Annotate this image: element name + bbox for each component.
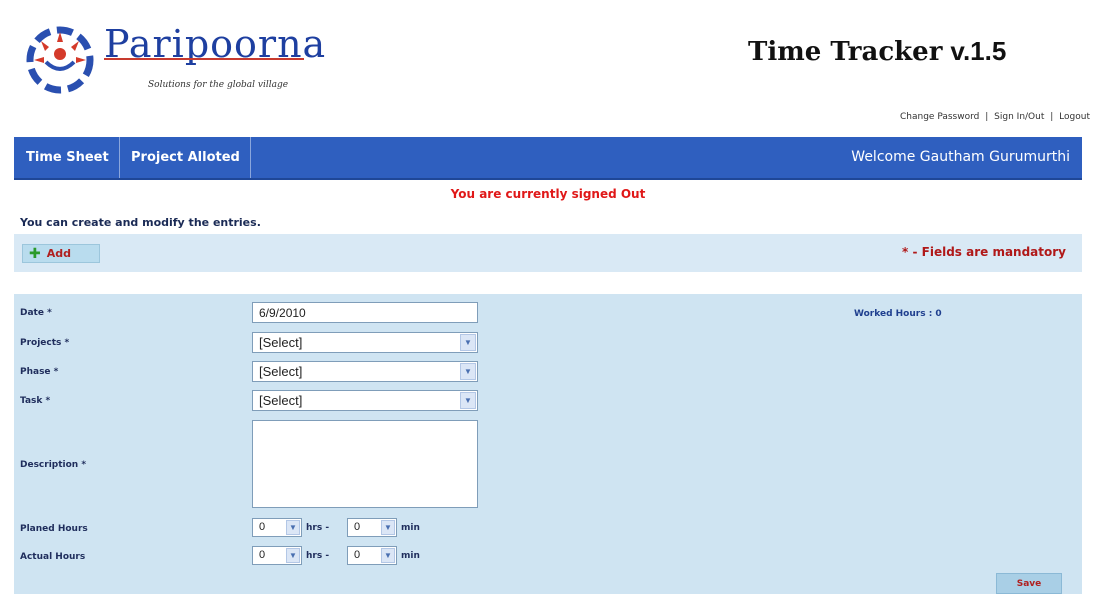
paripoorna-logo-icon <box>26 26 94 94</box>
user-links: Change Password | Sign In/Out | Logout <box>900 112 1090 122</box>
welcome-text: Welcome Gautham Gurumurthi <box>851 149 1070 165</box>
description-label: Description * <box>20 460 87 470</box>
chevron-down-icon[interactable]: ▼ <box>460 334 476 351</box>
task-label: Task * <box>20 396 51 406</box>
actual-min-value: 0 <box>354 549 361 561</box>
header: Paripoorna Solutions for the global vill… <box>0 0 1096 136</box>
projects-select-value: [Select] <box>259 335 303 350</box>
chevron-down-icon[interactable]: ▼ <box>286 548 300 563</box>
link-separator: | <box>985 112 989 122</box>
nav-bar: Time Sheet Project Alloted Welcome Gauth… <box>14 137 1082 180</box>
chevron-down-icon[interactable]: ▼ <box>286 520 300 535</box>
plus-icon: ✚ <box>29 245 41 262</box>
planned-min-select[interactable]: 0 ▼ <box>347 518 397 537</box>
sign-in-out-link[interactable]: Sign In/Out <box>994 112 1044 122</box>
planned-hrs-value: 0 <box>259 521 266 533</box>
description-textarea[interactable] <box>252 420 478 508</box>
add-label: Add <box>46 247 71 260</box>
projects-label: Projects * <box>20 338 70 348</box>
actual-hrs-value: 0 <box>259 549 266 561</box>
toolbar: ✚ Add * - Fields are mandatory <box>14 234 1082 272</box>
hrs-unit: hrs - <box>306 551 330 561</box>
planned-hours-label: Planed Hours <box>20 524 88 534</box>
date-label: Date * <box>20 308 52 318</box>
task-select-value: [Select] <box>259 393 303 408</box>
signed-out-status: You are currently signed Out <box>450 187 646 201</box>
nav-item-project-alloted[interactable]: Project Alloted <box>121 137 251 178</box>
actual-min-select[interactable]: 0 ▼ <box>347 546 397 565</box>
mandatory-note: * - Fields are mandatory <box>902 245 1066 259</box>
min-unit: min <box>401 523 420 533</box>
chevron-down-icon[interactable]: ▼ <box>460 392 476 409</box>
app-version: v.1.5 <box>950 36 1007 66</box>
link-separator: | <box>1050 112 1054 122</box>
planned-min-value: 0 <box>354 521 361 533</box>
actual-hours-label: Actual Hours <box>20 552 86 562</box>
planned-hrs-select[interactable]: 0 ▼ <box>252 518 302 537</box>
logout-link[interactable]: Logout <box>1059 112 1090 122</box>
actual-hrs-select[interactable]: 0 ▼ <box>252 546 302 565</box>
phase-select[interactable]: [Select] ▼ <box>252 361 478 382</box>
task-select[interactable]: [Select] ▼ <box>252 390 478 411</box>
worked-hours: Worked Hours : 0 <box>854 309 942 319</box>
brand-tagline: Solutions for the global village <box>148 80 289 90</box>
chevron-down-icon[interactable]: ▼ <box>381 548 395 563</box>
brand-underline <box>104 58 304 60</box>
phase-select-value: [Select] <box>259 364 303 379</box>
chevron-down-icon[interactable]: ▼ <box>381 520 395 535</box>
nav-item-time-sheet[interactable]: Time Sheet <box>16 137 120 178</box>
time-entry-form: Date * Projects * [Select] ▼ Phase * [Se… <box>14 294 1082 594</box>
chevron-down-icon[interactable]: ▼ <box>460 363 476 380</box>
app-title-text: Time Tracker <box>748 37 943 67</box>
save-button[interactable]: Save <box>996 573 1062 594</box>
app-title: Time Tracker v.1.5 <box>748 36 1006 67</box>
min-unit: min <box>401 551 420 561</box>
hrs-unit: hrs - <box>306 523 330 533</box>
info-message: You can create and modify the entries. <box>20 216 261 229</box>
change-password-link[interactable]: Change Password <box>900 112 979 122</box>
phase-label: Phase * <box>20 367 59 377</box>
date-field[interactable] <box>252 302 478 323</box>
add-button[interactable]: ✚ Add <box>22 244 100 263</box>
projects-select[interactable]: [Select] ▼ <box>252 332 478 353</box>
